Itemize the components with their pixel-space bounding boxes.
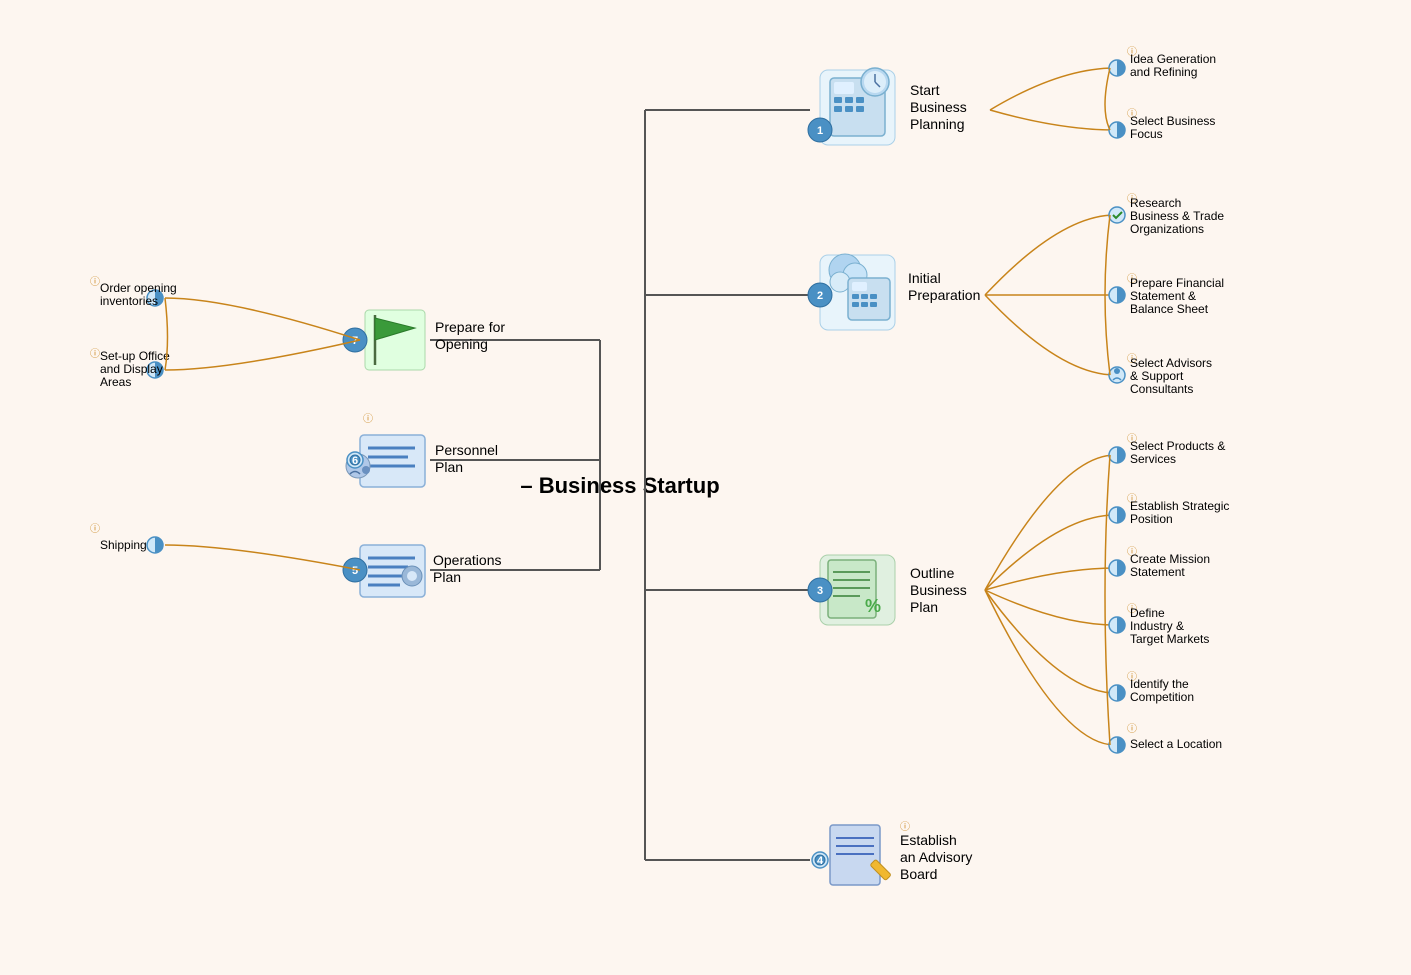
b3-leaf1-label2: Services — [1130, 452, 1176, 466]
branch3-label: Outline — [910, 565, 955, 581]
b3-leaf4-label2: Industry & — [1130, 619, 1184, 633]
b3-leaf6-label: Select a Location — [1130, 737, 1222, 751]
b3-leaf4-label3: Target Markets — [1130, 632, 1209, 646]
branch7-label2: Opening — [435, 336, 488, 352]
b7-leaf1-label2: inventories — [100, 294, 158, 308]
b7-leaf2-label: Set-up Office — [100, 349, 170, 363]
b2-leaf1-label3: Organizations — [1130, 222, 1204, 236]
branch1-label2: Business — [910, 99, 967, 115]
b2-leaf1-circle — [1109, 207, 1125, 223]
b2-screen — [852, 282, 867, 291]
b6-head2 — [362, 466, 370, 474]
b1-key6 — [856, 106, 864, 112]
branch6-label: Personnel — [435, 442, 498, 458]
mindmap: – Business Startup 1 Start Business Plan… — [0, 0, 1411, 975]
b2-leaf2-label3: Balance Sheet — [1130, 302, 1209, 316]
b5-leaf1-info: ⓘ — [90, 523, 100, 535]
branch6-label2: Plan — [435, 459, 463, 475]
b2-leaf2-label2: Statement & — [1130, 289, 1196, 303]
branch1-label3: Planning — [910, 116, 965, 132]
branch6-info: ⓘ — [363, 413, 373, 425]
branch4-label3: Board — [900, 866, 937, 882]
b3-percent: % — [865, 596, 881, 616]
branch6-icon — [360, 435, 425, 487]
b7-leaf1-info: ⓘ — [90, 276, 100, 288]
branch1-label: Start — [910, 82, 940, 98]
b7-leaf2-info: ⓘ — [90, 348, 100, 360]
b7-leaf2-label2: and Display — [100, 362, 163, 376]
b1-key4 — [834, 106, 842, 112]
b3-leaf1-label: Select Products & — [1130, 439, 1225, 453]
branch5-label2: Plan — [433, 569, 461, 585]
branch5-label: Operations — [433, 552, 501, 568]
b3-leaf3-label2: Statement — [1130, 565, 1185, 579]
b2-leaf1-label: Research — [1130, 196, 1181, 210]
branch1-num: 1 — [817, 125, 823, 137]
b3-leaf5-label: Identify the — [1130, 677, 1189, 691]
b1-leaf2-label: Select Business — [1130, 114, 1215, 128]
b1-leaf1-label2: and Refining — [1130, 65, 1197, 79]
branch2-label2: Preparation — [908, 287, 980, 303]
branch4-label2: an Advisory — [900, 849, 972, 865]
branch3-num: 3 — [817, 585, 823, 597]
b2-k4 — [852, 302, 859, 307]
b2-leaf2-label: Prepare Financial — [1130, 276, 1224, 290]
branch2-label: Initial — [908, 270, 941, 286]
b2-leaf3-label2: & Support — [1130, 369, 1184, 383]
b1-key1 — [834, 97, 842, 103]
b3-leaf2-label2: Position — [1130, 512, 1173, 526]
b1-leaf1-label: Idea Generation — [1130, 52, 1216, 66]
b3-leaf6-info: ⓘ — [1127, 723, 1137, 735]
b2-k1 — [852, 294, 859, 299]
b5-leaf1-label: Shipping — [100, 538, 147, 552]
b2-k2 — [861, 294, 868, 299]
branch3-label2: Business — [910, 582, 967, 598]
b3-leaf4-label: Define — [1130, 606, 1165, 620]
b2-k3 — [870, 294, 877, 299]
b3-leaf2-label: Establish Strategic — [1130, 499, 1229, 513]
b3-leaf3-label: Create Mission — [1130, 552, 1210, 566]
b1-leaf2-label2: Focus — [1130, 127, 1163, 141]
b1-screen — [834, 82, 854, 94]
branch4-info: ⓘ — [900, 821, 910, 833]
main-title: – Business Startup — [520, 473, 719, 498]
b7-leaf2-label3: Areas — [100, 375, 131, 389]
b2-k6 — [870, 302, 877, 307]
b1-key3 — [856, 97, 864, 103]
branch4-num: 4 — [817, 855, 824, 867]
b1-key5 — [845, 106, 853, 112]
b7-leaf1-label: Order opening — [100, 281, 177, 295]
branch4-label: Establish — [900, 832, 957, 848]
branch6-num: 6 — [352, 455, 358, 467]
branch2-num: 2 — [817, 290, 823, 302]
b2-leaf3-head — [1114, 368, 1120, 374]
branch3-label3: Plan — [910, 599, 938, 615]
branch5-num: 5 — [352, 565, 358, 577]
b2-leaf1-label2: Business & Trade — [1130, 209, 1224, 223]
branch7-label: Prepare for — [435, 319, 505, 335]
b1-key2 — [845, 97, 853, 103]
b2-bubble3 — [830, 272, 850, 292]
b3-leaf5-label2: Competition — [1130, 690, 1194, 704]
b2-k5 — [861, 302, 868, 307]
b5-gear-center — [407, 571, 417, 581]
b2-leaf3-label: Select Advisors — [1130, 356, 1212, 370]
b2-leaf3-label3: Consultants — [1130, 382, 1193, 396]
